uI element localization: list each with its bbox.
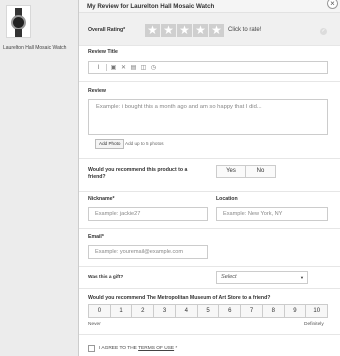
recommend-toggle: Yes No [216, 165, 276, 178]
rating-section: Overall Rating* ★ ★ ★ ★ ★ Click to rate!… [79, 13, 340, 46]
nps-option[interactable]: 10 [306, 305, 328, 317]
nickname-label: Nickname* [88, 196, 115, 202]
email-label: Email* [88, 234, 104, 240]
star-icon-4[interactable]: ★ [193, 24, 208, 37]
nps-option[interactable]: 6 [219, 305, 242, 317]
watch-strap-bottom [15, 29, 22, 37]
agree-checkbox[interactable] [88, 345, 95, 352]
nickname-field[interactable]: Example: jackie27 [88, 207, 208, 221]
star-icon-2[interactable]: ★ [161, 24, 176, 37]
review-section: Review Example: i bought this a month ag… [79, 82, 340, 159]
check-icon: ✓ [320, 28, 327, 35]
nps-section: Would you recommend The Metropolitan Mus… [79, 289, 340, 335]
add-photo-button[interactable]: Add Photo [95, 139, 125, 149]
gift-select-value: Select [221, 274, 237, 280]
terms-of-use-link[interactable]: TERMS OF USE [138, 346, 174, 351]
product-sidebar: Laurelton Hall Mosaic Watch [0, 0, 78, 356]
nps-option[interactable]: 0 [89, 305, 111, 317]
star-icon-1[interactable]: ★ [145, 24, 160, 37]
watch-face [11, 15, 26, 30]
review-title-input[interactable]: Ⅰ ▣ ✕ ▤ ◫ ◷ [88, 61, 328, 74]
modal-header: My Review for Laurelton Hall Mosaic Watc… [79, 0, 340, 13]
star-icon-5[interactable]: ★ [209, 24, 224, 37]
email-section: Email* Example: youremail@example.com [79, 229, 340, 267]
text-format-icon[interactable]: Ⅰ [94, 64, 103, 72]
recommend-label: Would you recommend this product to a fr… [88, 167, 188, 180]
gift-section: Was this a gift? Select ▼ [79, 267, 340, 289]
photo-note: Add up to 5 photos [125, 141, 164, 146]
agree-section: I AGREE TO THE TERMS OF USE * [79, 335, 340, 356]
review-title-section: Review Title Ⅰ ▣ ✕ ▤ ◫ ◷ [79, 46, 340, 82]
modal-title: My Review for Laurelton Hall Mosaic Watc… [87, 3, 215, 10]
nps-option[interactable]: 8 [262, 305, 285, 317]
star-icon-3[interactable]: ★ [177, 24, 192, 37]
review-textarea[interactable]: Example: i bought this a month ago and a… [88, 99, 328, 135]
link-icon[interactable]: ✕ [119, 64, 128, 72]
nps-high-label: Definitely [304, 322, 324, 327]
nps-option[interactable]: 1 [110, 305, 133, 317]
clock-icon[interactable]: ◷ [149, 64, 158, 72]
recommend-section: Would you recommend this product to a fr… [79, 159, 340, 192]
nps-option[interactable]: 7 [241, 305, 263, 317]
nps-low-label: Never [88, 322, 101, 327]
product-image [6, 5, 31, 38]
chevron-down-icon: ▼ [300, 275, 304, 280]
image-icon[interactable]: ▣ [109, 64, 118, 72]
nps-label: Would you recommend The Metropolitan Mus… [88, 295, 271, 301]
name-section: Nickname* Example: jackie27 Location Exa… [79, 192, 340, 229]
rating-hint: Click to rate! [228, 27, 262, 33]
agree-prefix: I AGREE TO THE [99, 346, 139, 351]
table-icon[interactable]: ▤ [129, 64, 138, 72]
review-modal: My Review for Laurelton Hall Mosaic Watc… [79, 0, 340, 356]
nps-scale: 0 1 2 3 4 5 6 7 8 9 10 [88, 304, 328, 318]
yes-button[interactable]: Yes [216, 165, 246, 178]
no-button[interactable]: No [246, 165, 276, 178]
review-label: Review [88, 88, 106, 94]
product-name: Laurelton Hall Mosaic Watch [3, 45, 67, 51]
toolbar-separator [106, 64, 107, 71]
review-title-label: Review Title [88, 49, 118, 55]
rating-label: Overall Rating* [88, 27, 126, 33]
agree-label: I AGREE TO THE TERMS OF USE * [99, 346, 177, 351]
nps-option[interactable]: 3 [154, 305, 176, 317]
gift-select[interactable]: Select ▼ [216, 271, 308, 284]
email-field[interactable]: Example: youremail@example.com [88, 245, 208, 259]
location-field[interactable]: Example: New York, NY [216, 207, 328, 221]
nps-option[interactable]: 5 [197, 305, 220, 317]
gift-label: Was this a gift? [88, 275, 124, 280]
nps-option[interactable]: 9 [284, 305, 307, 317]
nps-option[interactable]: 2 [132, 305, 155, 317]
agree-suffix: * [174, 346, 178, 351]
gallery-icon[interactable]: ◫ [139, 64, 148, 72]
star-rating[interactable]: ★ ★ ★ ★ ★ [145, 24, 224, 37]
location-label: Location [216, 196, 238, 202]
nps-option[interactable]: 4 [175, 305, 198, 317]
